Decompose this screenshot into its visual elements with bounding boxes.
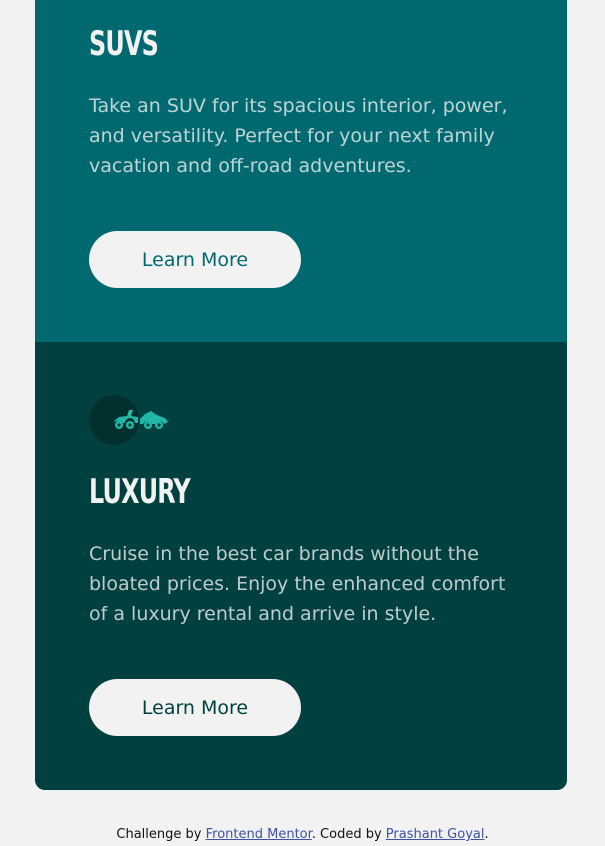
suvs-description: Take an SUV for its spacious interior, p…	[89, 95, 508, 177]
frontend-mentor-link[interactable]: Frontend Mentor	[206, 827, 312, 842]
footer-suffix: .	[484, 827, 489, 842]
author-link[interactable]: Prashant Goyal	[386, 827, 485, 842]
luxury-car-icon	[89, 395, 179, 445]
car-cards: SUVs Take an SUV for its spacious interi…	[35, 0, 567, 790]
car-icon-graphic	[114, 410, 168, 429]
luxury-description: Cruise in the best car brands without th…	[89, 543, 506, 625]
footer-prefix: Challenge by	[116, 827, 206, 842]
luxury-learn-more-button[interactable]: Learn More	[89, 679, 301, 736]
suvs-title: SUVs	[89, 24, 159, 64]
luxury-card: Luxury Cruise in the best car brands wit…	[35, 342, 567, 790]
suvs-card: SUVs Take an SUV for its spacious interi…	[35, 0, 567, 342]
suvs-learn-more-button[interactable]: Learn More	[89, 231, 301, 288]
luxury-title: Luxury	[89, 472, 191, 512]
footer-middle: . Coded by	[311, 827, 386, 842]
attribution-footer: Challenge by Frontend Mentor. Coded by P…	[0, 827, 605, 842]
